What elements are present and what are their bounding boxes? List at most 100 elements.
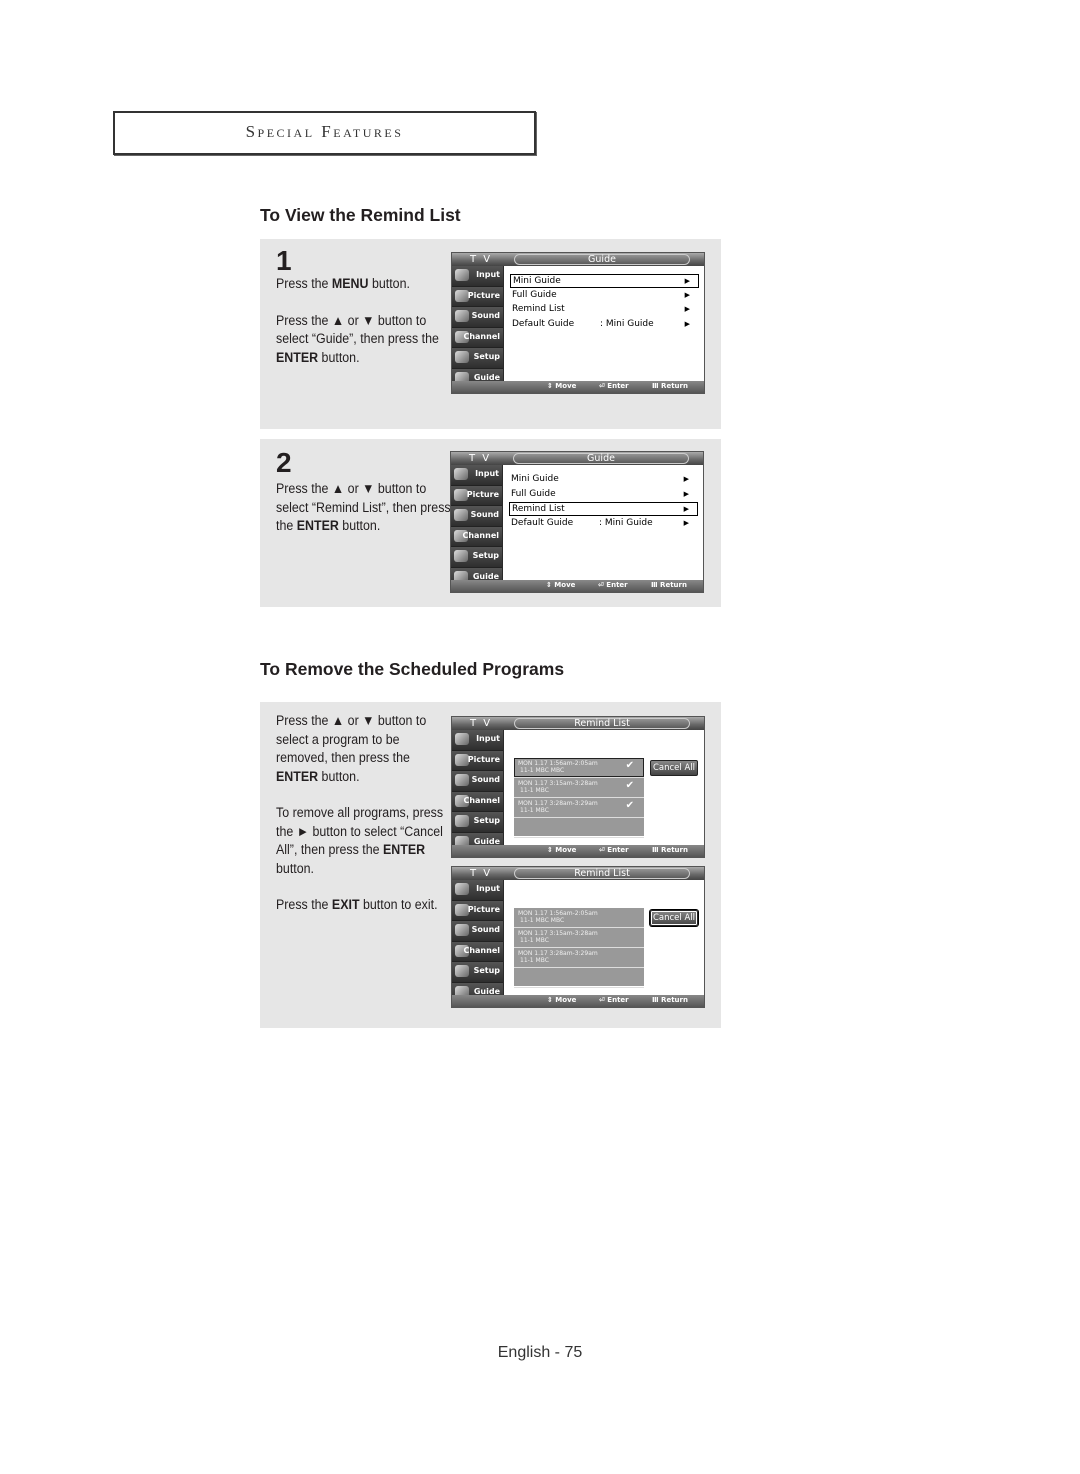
section-header-box: Special Features xyxy=(113,111,536,155)
arrow-right-icon: ▶ xyxy=(683,475,689,483)
menu-item-value: : Mini Guide xyxy=(600,319,654,330)
tv-title-bar: T V Guide xyxy=(452,253,704,266)
sidebar-item-picture[interactable]: Picture xyxy=(452,900,503,921)
arrow-right-icon: ▶ xyxy=(683,489,689,498)
sidebar-item-input[interactable]: Input xyxy=(451,465,502,486)
remind-list: MON 1.17 1:56am-2:05am 11-1 MBC MBC ✔ MON 1… xyxy=(514,758,644,838)
section-title: Special Features xyxy=(245,122,404,141)
sidebar-item-input[interactable]: Input xyxy=(452,730,503,751)
sidebar-item-sound[interactable]: Sound xyxy=(452,771,503,792)
remind-channel: 11-1 MBC xyxy=(520,787,549,794)
sidebar-label: Sound xyxy=(471,925,500,934)
tv-label: T V xyxy=(469,453,492,464)
sidebar-item-picture[interactable]: Picture xyxy=(452,750,503,771)
menu-item-remind-list[interactable]: Remind List ▶ xyxy=(509,502,698,517)
check-icon: ✔ xyxy=(625,780,634,791)
arrow-right-icon: ▶ xyxy=(684,320,690,329)
remind-item[interactable]: MON 1.17 3:28am-3:29am 11-1 MBC xyxy=(514,948,644,968)
move-hint: ⇕ Move xyxy=(547,846,577,854)
sound-icon xyxy=(454,509,468,521)
sidebar-item-channel[interactable]: Channel xyxy=(452,791,503,812)
remind-item[interactable]: MON 1.17 1:56am-2:05am 11-1 MBC MBC ✔ xyxy=(514,758,644,778)
cancel-all-button[interactable]: Cancel All xyxy=(650,910,698,926)
sidebar-item-sound[interactable]: Sound xyxy=(452,921,503,942)
move-hint: ⇕ Move xyxy=(547,382,577,390)
instruction-paragraph: Press the ▲ or ▼ button to select “Guide… xyxy=(276,312,439,365)
sidebar-item-sound[interactable]: Sound xyxy=(452,307,503,328)
menu-title: Guide xyxy=(514,254,690,265)
sidebar-item-picture[interactable]: Picture xyxy=(451,485,502,506)
sidebar-item-setup[interactable]: Setup xyxy=(452,348,503,369)
sidebar-item-setup[interactable]: Setup xyxy=(452,812,503,833)
menu-item-mini-guide[interactable]: Mini Guide ▶ xyxy=(510,274,699,288)
menu-item-label: Full Guide xyxy=(512,289,557,300)
tv-label: T V xyxy=(470,718,493,729)
check-icon: ✔ xyxy=(625,760,634,771)
remind-item-empty xyxy=(514,968,644,988)
tv-screen-guide-2: T V Guide Input Picture Sound Channel Setup Gui… xyxy=(450,451,704,593)
enter-hint: ⏎ Enter xyxy=(598,581,628,589)
sidebar-item-picture[interactable]: Picture xyxy=(452,286,503,307)
tv-hint-bar: ⇕ Move ⏎ Enter Ⅲ Return xyxy=(452,381,704,393)
sidebar-item-input[interactable]: Input xyxy=(452,880,503,901)
sound-icon xyxy=(455,774,469,786)
tv-hint-bar: ⇕ Move ⏎ Enter Ⅲ Return xyxy=(451,580,703,592)
sidebar-label: Channel xyxy=(462,530,499,540)
setup-icon xyxy=(455,965,469,977)
tv-screen-guide-1: T V Guide Input Picture Sound Channel Setup Gui… xyxy=(451,252,705,394)
cancel-all-button[interactable]: Cancel All xyxy=(650,760,698,776)
return-hint: Ⅲ Return xyxy=(652,846,688,854)
menu-item-full-guide[interactable]: Full Guide ▶ xyxy=(510,289,698,301)
menu-item-default-guide[interactable]: Default Guide: Mini Guide ▶ xyxy=(509,517,697,529)
input-icon xyxy=(455,733,469,745)
remind-item[interactable]: MON 1.17 3:15am-3:28am 11-1 MBC xyxy=(514,928,644,948)
button-name: ENTER xyxy=(296,518,339,533)
sidebar-label: Input xyxy=(476,734,500,743)
menu-item-mini-guide[interactable]: Mini Guide ▶ xyxy=(509,473,697,485)
menu-item-remind-list[interactable]: Remind List ▶ xyxy=(510,303,698,315)
sidebar-label: Input xyxy=(476,270,500,279)
sidebar-item-input[interactable]: Input xyxy=(452,266,503,287)
button-name: EXIT xyxy=(331,897,360,912)
tv-screen-remind-1: T V Remind List Input Picture Sound Channel Se… xyxy=(451,716,705,858)
instruction-paragraph: Press the EXIT button to exit. xyxy=(276,897,438,912)
tv-hint-bar: ⇕ Move ⏎ Enter Ⅲ Return xyxy=(452,995,704,1007)
tv-sidebar: Input Picture Sound Channel Setup Guide xyxy=(451,465,502,588)
remind-channel: 11-1 MBC MBC xyxy=(520,767,565,774)
sidebar-label: Sound xyxy=(471,311,500,320)
sidebar-item-setup[interactable]: Setup xyxy=(452,962,503,983)
step-2-text: Press the ▲ or ▼ button to select “Remin… xyxy=(276,480,451,554)
sidebar-item-setup[interactable]: Setup xyxy=(451,547,502,568)
button-name: ENTER xyxy=(276,349,319,365)
remind-item-empty xyxy=(514,818,644,838)
remind-item[interactable]: MON 1.17 3:28am-3:29am 11-1 MBC ✔ xyxy=(514,798,644,818)
setup-icon xyxy=(454,550,468,562)
remove-panel: Press the ▲ or ▼ button to select a prog… xyxy=(260,702,721,1028)
sidebar-item-channel[interactable]: Channel xyxy=(452,941,503,962)
arrow-right-icon: ▶ xyxy=(683,505,689,514)
sidebar-label: Channel xyxy=(463,331,500,341)
sidebar-label: Setup xyxy=(473,966,500,975)
tv-label: T V xyxy=(470,868,493,879)
remind-item[interactable]: MON 1.17 1:56am-2:05am 11-1 MBC MBC xyxy=(514,908,644,928)
sidebar-item-sound[interactable]: Sound xyxy=(451,506,502,527)
setup-icon xyxy=(455,351,469,363)
remind-item[interactable]: MON 1.17 3:15am-3:28am 11-1 MBC ✔ xyxy=(514,778,644,798)
tv-sidebar: Input Picture Sound Channel Setup Guide xyxy=(452,266,503,389)
menu-title: Remind List xyxy=(514,868,690,879)
sidebar-label: Sound xyxy=(470,510,499,519)
menu-item-default-guide[interactable]: Default Guide: Mini Guide ▶ xyxy=(510,318,698,330)
menu-item-full-guide[interactable]: Full Guide ▶ xyxy=(509,488,697,500)
tv-label: T V xyxy=(470,254,493,265)
instruction-paragraph: Press the ▲ or ▼ button to select “Remin… xyxy=(276,481,451,533)
enter-hint: ⏎ Enter xyxy=(599,996,629,1004)
tv-content: Mini Guide ▶ Full Guide ▶ Remind List ▶ Defaul… xyxy=(503,465,703,580)
heading-view-remind-list: To View the Remind List xyxy=(260,205,461,225)
sound-icon xyxy=(455,310,469,322)
remind-time: MON 1.17 1:56am-2:05am xyxy=(518,760,598,767)
check-icon: ✔ xyxy=(625,800,634,811)
sidebar-item-channel[interactable]: Channel xyxy=(451,526,502,547)
sidebar-item-channel[interactable]: Channel xyxy=(452,327,503,348)
setup-icon xyxy=(455,815,469,827)
arrow-right-icon: ▶ xyxy=(684,290,690,299)
